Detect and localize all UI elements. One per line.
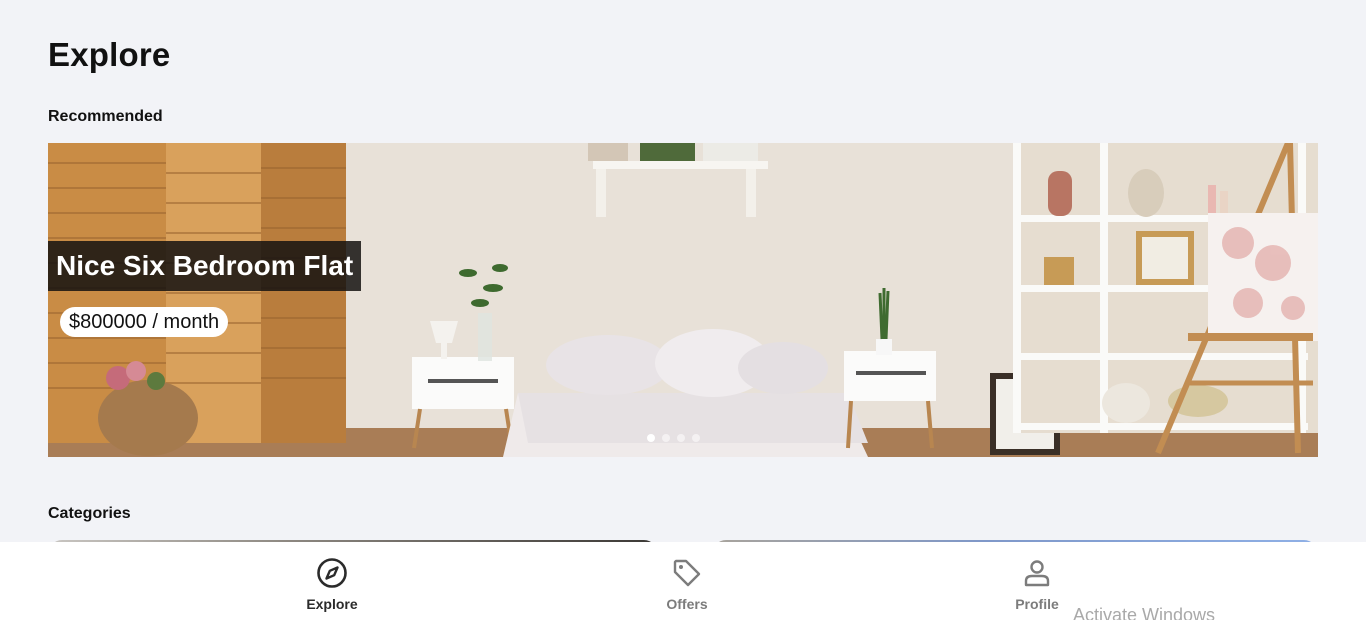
carousel-dots — [647, 434, 700, 442]
nav-item-offers[interactable]: Offers — [617, 542, 757, 620]
carousel-dot[interactable] — [692, 434, 700, 442]
listing-price-badge: $800000 / month — [60, 307, 229, 337]
recommended-banner[interactable]: Nice Six Bedroom Flat $800000 / month — [48, 143, 1318, 457]
carousel-dot[interactable] — [662, 434, 670, 442]
recommended-heading: Recommended — [48, 108, 163, 125]
categories-heading: Categories — [48, 505, 131, 522]
carousel-dot[interactable] — [677, 434, 685, 442]
nav-label-offers: Offers — [666, 596, 708, 612]
tag-icon — [673, 559, 701, 587]
nav-label-explore: Explore — [306, 596, 358, 612]
page-title: Explore — [48, 36, 171, 73]
nav-item-explore[interactable]: Explore — [262, 542, 402, 620]
bedroom-photo — [48, 143, 1318, 457]
listing-title[interactable]: Nice Six Bedroom Flat — [48, 241, 362, 291]
compass-icon — [317, 558, 347, 588]
user-icon — [1024, 560, 1050, 587]
carousel-dot[interactable] — [647, 434, 655, 442]
windows-activation-watermark: Activate Windows — [1073, 605, 1216, 620]
